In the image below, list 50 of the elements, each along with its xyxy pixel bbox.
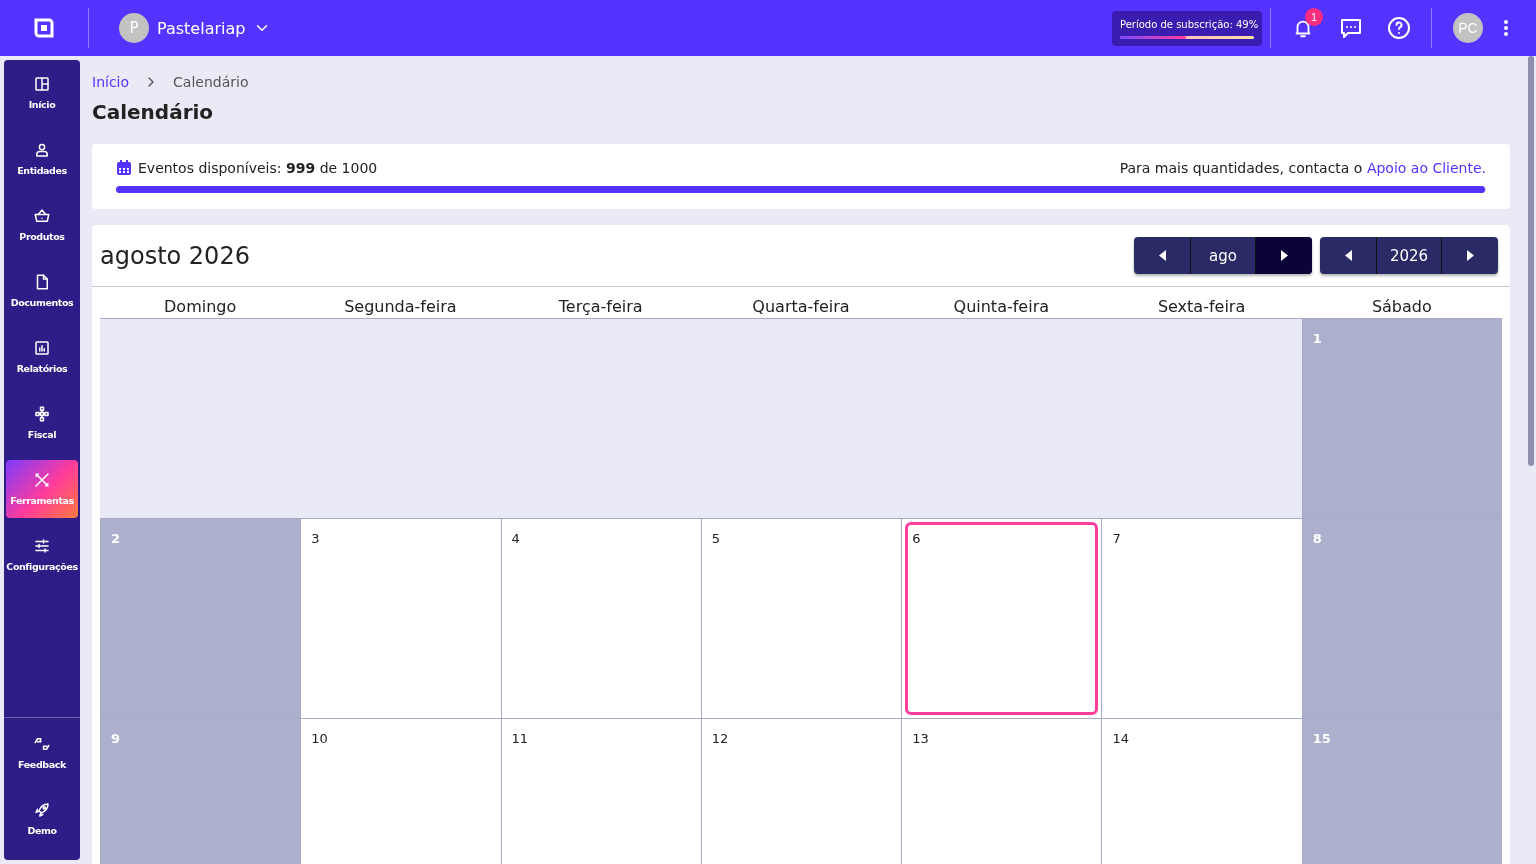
day-cell[interactable]: 6 — [901, 518, 1102, 718]
sidebar-item[interactable]: Documentos — [6, 262, 78, 320]
hierarchy-icon — [33, 405, 51, 423]
layout-icon — [33, 75, 51, 93]
support-link[interactable]: Apoio ao Cliente. — [1366, 160, 1486, 176]
day-cell[interactable]: 10 — [300, 718, 501, 864]
rocket-icon — [33, 801, 51, 819]
sidebar-item[interactable]: Relatórios — [6, 328, 78, 386]
day-cell[interactable]: 14 — [1101, 718, 1302, 864]
day-cell[interactable]: 3 — [300, 518, 501, 718]
chat-icon — [1339, 16, 1363, 40]
events-available-text: Eventos disponíveis: 999 de 1000 — [138, 160, 378, 176]
sidebar-item[interactable]: Feedback — [6, 724, 78, 782]
sidebar-item[interactable]: Fiscal — [6, 394, 78, 452]
sidebar-item[interactable]: Configurações — [6, 526, 78, 584]
breadcrumb-link[interactable]: Início — [92, 74, 130, 90]
feedback-icon — [33, 735, 51, 753]
sidebar-item[interactable]: Início — [6, 64, 78, 122]
sidebar-item[interactable]: Entidades — [6, 130, 78, 188]
logo-icon[interactable] — [32, 16, 56, 40]
caret-left-icon — [1344, 250, 1352, 261]
day-cell[interactable]: 7 — [1101, 518, 1302, 718]
chart-icon — [33, 339, 51, 357]
page-title: Calendário — [92, 100, 215, 124]
caret-right-icon — [1466, 250, 1474, 261]
help-icon — [1387, 16, 1411, 40]
sliders-icon — [33, 537, 51, 555]
day-cell[interactable]: 5 — [700, 518, 902, 718]
support-note: Para mais quantidades, contacta o Apoio ao Cliente. — [1119, 160, 1486, 176]
caret-right-icon — [1280, 250, 1288, 261]
day-cell[interactable]: 11 — [500, 718, 701, 864]
tools-icon — [33, 471, 51, 489]
breadcrumb-current: Calendário — [173, 74, 249, 90]
day-cell[interactable]: 4 — [500, 518, 701, 718]
sidebar-item[interactable]: Demo — [6, 790, 78, 848]
calendar-title: agosto 2026 — [100, 241, 251, 270]
calendar-icon — [116, 160, 132, 176]
organization-selector[interactable]: P Pastelariap — [111, 13, 280, 43]
basket-icon — [33, 207, 51, 225]
sidebar-item[interactable]: Produtos — [6, 196, 78, 254]
day-cell[interactable]: 13 — [901, 718, 1102, 864]
caret-left-icon — [1158, 250, 1166, 261]
day-cell[interactable]: 12 — [700, 718, 902, 864]
notification-count: 1 — [1305, 8, 1323, 26]
organization-avatar: P — [119, 13, 149, 43]
more-icon — [1504, 20, 1508, 36]
next-month-button[interactable] — [1256, 237, 1312, 274]
year-label: 2026 — [1376, 237, 1442, 274]
person-icon — [33, 141, 51, 159]
notifications-button[interactable]: 1 — [1285, 10, 1321, 46]
